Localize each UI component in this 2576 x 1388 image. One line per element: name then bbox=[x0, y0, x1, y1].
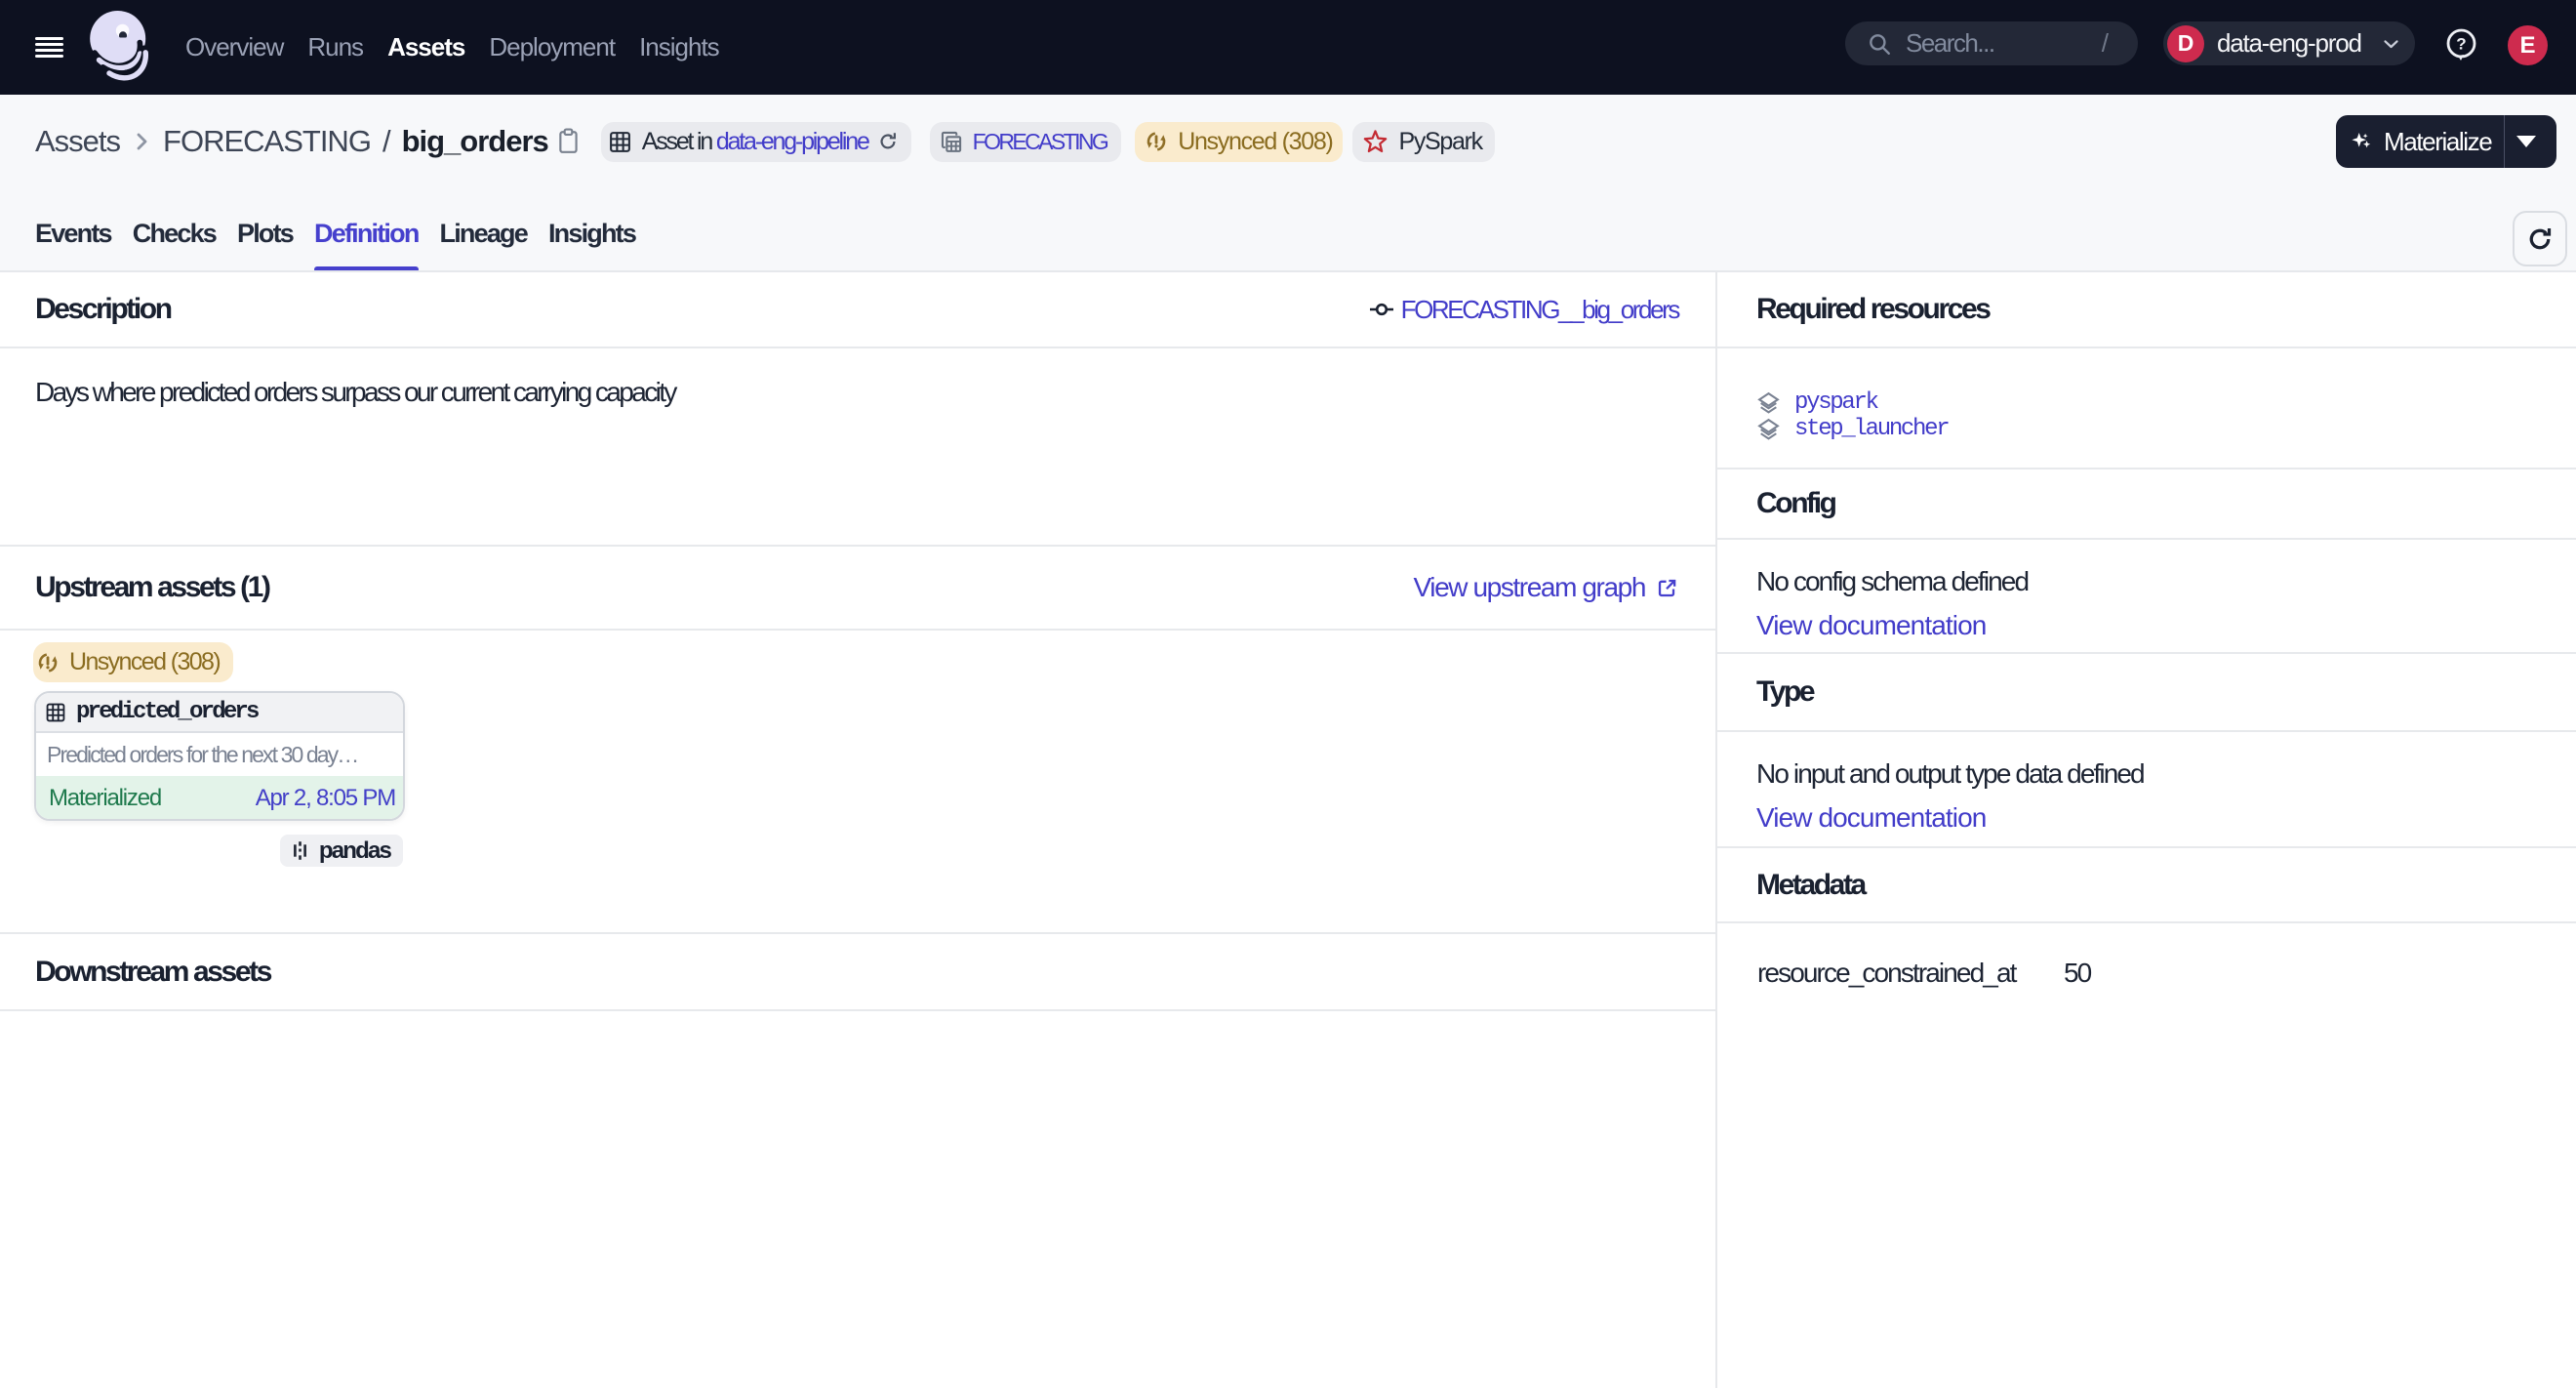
svg-text:?: ? bbox=[2456, 35, 2466, 54]
